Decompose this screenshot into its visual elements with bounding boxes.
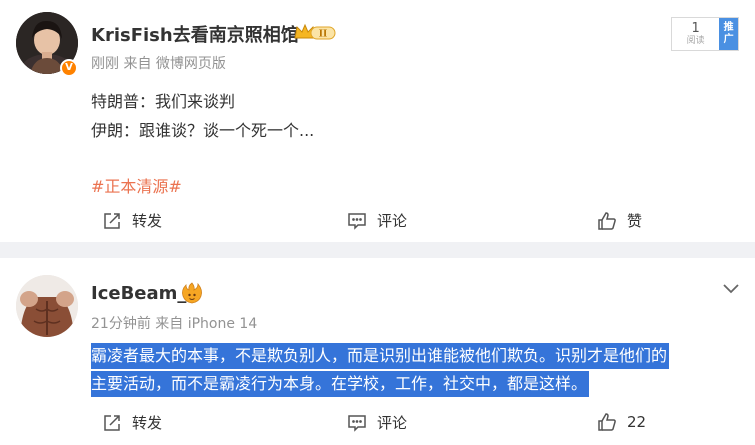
- post-meta: 刚刚 来自 微博网页版: [91, 56, 226, 72]
- commenter-name[interactable]: IceBeam_: [91, 283, 186, 304]
- crown-badge-icon[interactable]: II: [293, 22, 337, 46]
- like-button[interactable]: 赞: [597, 210, 642, 231]
- comment-repost-label: 转发: [132, 414, 163, 432]
- author-name[interactable]: KrisFish去看南京照相馆: [91, 21, 299, 47]
- promote-button[interactable]: 推 广: [719, 18, 738, 50]
- repost-icon: [104, 414, 120, 431]
- comment-like-count: 22: [627, 413, 647, 431]
- read-count-box[interactable]: 1 阅读 推 广: [671, 17, 739, 51]
- post-card: V KrisFish去看南京照相馆 II 刚刚 来自 微博网页版 特朗普：我们来…: [0, 0, 755, 242]
- commenter-avatar[interactable]: [16, 275, 78, 337]
- comment-comment-label: 评论: [377, 414, 408, 432]
- post-text-line-1: 特朗普：我们来谈判: [91, 92, 236, 111]
- comment-like-button[interactable]: 22: [597, 412, 646, 432]
- comment-label: 评论: [377, 212, 408, 230]
- hashtag-link[interactable]: #正本清源#: [91, 173, 182, 197]
- comment-meta: 21分钟前 来自 iPhone 14: [91, 316, 258, 332]
- flame-badge-icon[interactable]: [180, 282, 204, 308]
- repost-button[interactable]: 转发: [102, 210, 162, 231]
- comment-icon: [348, 212, 366, 230]
- comment-comment-button[interactable]: 评论: [347, 412, 407, 433]
- like-icon: [598, 211, 616, 230]
- comment-text-line-1: 霸凌者最大的本事，不是欺负别人，而是识别出谁能被他们欺负。识别才是他们的: [91, 343, 670, 369]
- comment-icon: [348, 414, 366, 432]
- post-text-line-2: 伊朗：跟谁谈？谈一个死一个...: [91, 121, 315, 140]
- read-count: 1: [691, 20, 700, 36]
- verified-icon: V: [60, 59, 78, 77]
- comment-text-line-2: 主要活动，而不是霸凌行为本身。在学校，工作，社交中，都是这样。: [91, 371, 590, 397]
- comment-button[interactable]: 评论: [347, 210, 407, 231]
- like-icon: [598, 413, 616, 431]
- comment-repost-button[interactable]: 转发: [102, 412, 162, 433]
- chevron-down-icon[interactable]: [722, 280, 740, 299]
- svg-text:II: II: [319, 30, 327, 40]
- repost-label: 转发: [132, 212, 163, 230]
- read-label: 阅读: [686, 35, 705, 46]
- like-label: 赞: [627, 212, 643, 230]
- repost-icon: [104, 212, 120, 229]
